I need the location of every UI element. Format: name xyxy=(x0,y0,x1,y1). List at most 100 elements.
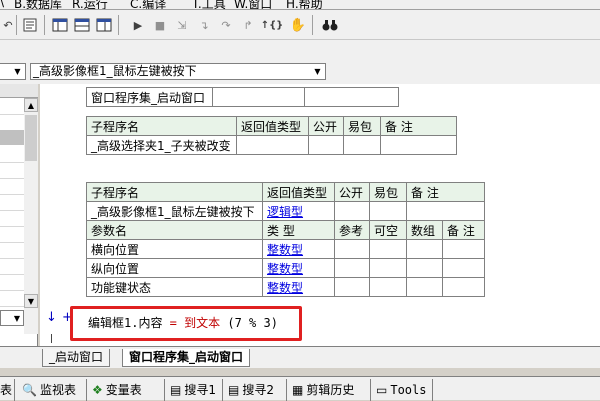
find-icon[interactable] xyxy=(22,17,38,33)
step-out-icon[interactable]: ↱ xyxy=(240,17,256,33)
bottom-panel-tabs: 表 🔍 监视表 ❖ 变量表 ▤ 搜寻1 ▤ 搜寻2 ▦ 剪辑历史 ▭ Tools xyxy=(0,376,600,401)
caret-icon: | xyxy=(50,334,54,344)
assembly-cell[interactable] xyxy=(304,87,399,107)
table-cell[interactable] xyxy=(369,201,407,221)
tab-clip-history[interactable]: ▦ 剪辑历史 xyxy=(292,380,354,400)
table-cell[interactable] xyxy=(406,239,443,259)
tab-tools[interactable]: ▭ Tools xyxy=(376,380,426,400)
list-item[interactable] xyxy=(0,98,24,115)
menu-database[interactable]: B.数据库 xyxy=(14,0,62,9)
table-cell[interactable] xyxy=(334,201,370,221)
table-cell[interactable] xyxy=(442,239,485,259)
chevron-down-icon[interactable]: ▼ xyxy=(11,65,24,78)
column-header: 可空 xyxy=(369,220,407,240)
column-header: 返回值类型 xyxy=(262,182,335,202)
tab-search2[interactable]: ▤ 搜寻2 xyxy=(228,380,274,400)
step-icon[interactable]: ⇲ xyxy=(174,17,190,33)
layout1-icon[interactable] xyxy=(52,17,68,33)
hand-icon[interactable]: ✋ xyxy=(290,17,306,33)
list-item[interactable] xyxy=(0,162,24,179)
stop-icon[interactable]: ■ xyxy=(152,17,168,33)
tab-search1[interactable]: ▤ 搜寻1 xyxy=(170,380,216,400)
undo-icon[interactable]: ↶ xyxy=(0,17,16,33)
column-header: 备 注 xyxy=(380,116,457,136)
scroll-down-icon[interactable]: ▼ xyxy=(24,294,38,308)
highlight-box xyxy=(70,306,302,341)
tab-divider xyxy=(222,379,223,401)
toolbar-separator xyxy=(44,15,45,35)
tab-label: 搜寻2 xyxy=(242,383,274,397)
param-type-cell[interactable]: 整数型 xyxy=(262,239,335,259)
param-type-cell[interactable]: 整数型 xyxy=(262,277,335,297)
param-name-cell[interactable]: 横向位置 xyxy=(86,239,263,259)
table-cell[interactable] xyxy=(343,135,381,155)
list-item[interactable] xyxy=(0,194,24,211)
table-cell[interactable] xyxy=(334,277,370,297)
list-item[interactable] xyxy=(0,210,24,227)
tab-startup-window[interactable]: _启动窗口 xyxy=(42,349,111,367)
tools-icon: ▭ xyxy=(376,383,388,397)
layout3-icon[interactable] xyxy=(96,17,112,33)
editor-tabbar: _启动窗口 窗口程序集_启动窗口 xyxy=(40,346,600,368)
list-item[interactable] xyxy=(0,114,24,131)
tab-divider xyxy=(432,379,433,401)
subroutine-selector[interactable]: _高级影像框1_鼠标左键被按下 ▼ xyxy=(30,63,326,80)
menu-tools[interactable]: T.工具 xyxy=(192,0,226,9)
step-into-icon[interactable]: ↴ xyxy=(196,17,212,33)
menu-run[interactable]: R.运行 xyxy=(72,0,108,9)
param-type-cell[interactable]: 整数型 xyxy=(262,258,335,278)
object-selector[interactable]: ▼ xyxy=(0,63,26,80)
scroll-up-icon[interactable]: ▲ xyxy=(24,98,38,112)
table-cell[interactable] xyxy=(334,239,370,259)
param-name-cell[interactable]: 纵向位置 xyxy=(86,258,263,278)
return-type-cell[interactable]: 逻辑型 xyxy=(262,201,335,221)
list-item[interactable] xyxy=(0,290,24,307)
assembly-cell[interactable] xyxy=(212,87,305,107)
table-cell[interactable] xyxy=(369,239,407,259)
subroutine-table-1: 子程序名 返回值类型 公开 易包 备 注 _高级选择夹1_子夹被改变 xyxy=(86,116,457,155)
table-cell[interactable] xyxy=(369,277,407,297)
menu-window[interactable]: W.窗口 xyxy=(234,0,272,9)
param-name-cell[interactable]: 功能键状态 xyxy=(86,277,263,297)
left-panel-header xyxy=(0,84,38,98)
left-panel-scrollbar[interactable]: ▲ ▼ xyxy=(24,98,38,334)
table-cell[interactable] xyxy=(406,277,443,297)
subroutine-name-cell[interactable]: _高级影像框1_鼠标左键被按下 xyxy=(86,201,263,221)
assembly-name-cell[interactable]: 窗口程序集_启动窗口 xyxy=(86,87,213,107)
list-item[interactable] xyxy=(0,178,24,195)
list-item[interactable] xyxy=(0,274,24,291)
tab-window-assembly[interactable]: 窗口程序集_启动窗口 xyxy=(122,349,251,367)
tab-table[interactable]: 表 xyxy=(0,380,12,400)
table-cell[interactable] xyxy=(442,277,485,297)
menu-help[interactable]: H.帮助 xyxy=(286,0,323,9)
list-item[interactable] xyxy=(0,146,24,163)
list-item[interactable] xyxy=(0,258,24,275)
chevron-down-icon[interactable]: ▼ xyxy=(11,311,23,325)
list-item[interactable] xyxy=(0,242,24,259)
table-cell[interactable] xyxy=(406,201,485,221)
run-icon[interactable]: ▶ xyxy=(130,17,146,33)
list-item[interactable] xyxy=(0,226,24,243)
table-cell[interactable] xyxy=(442,258,485,278)
column-header: 返回值类型 xyxy=(236,116,309,136)
list-item-selected[interactable] xyxy=(0,130,24,145)
menu-compile[interactable]: C.编译 xyxy=(130,0,166,9)
table-cell[interactable] xyxy=(380,135,457,155)
menu-item-partial[interactable]: \ xyxy=(0,0,4,9)
left-panel-dropdown[interactable]: ▼ xyxy=(0,310,24,326)
table-cell[interactable] xyxy=(334,258,370,278)
table-cell[interactable] xyxy=(369,258,407,278)
variables-icon: ❖ xyxy=(92,383,103,397)
layout2-icon[interactable] xyxy=(74,17,90,33)
table-cell[interactable] xyxy=(406,258,443,278)
step-over-icon[interactable]: ↷ xyxy=(218,17,234,33)
tab-variables[interactable]: ❖ 变量表 xyxy=(92,380,142,400)
binoculars-icon[interactable] xyxy=(322,17,338,33)
table-cell[interactable] xyxy=(308,135,344,155)
chevron-down-icon[interactable]: ▼ xyxy=(311,65,324,78)
scroll-thumb[interactable] xyxy=(25,115,37,161)
table-cell[interactable] xyxy=(236,135,309,155)
tab-watch[interactable]: 🔍 监视表 xyxy=(22,380,76,400)
breakpoint-icon[interactable]: ↑{} xyxy=(261,17,284,33)
subroutine-name-cell[interactable]: _高级选择夹1_子夹被改变 xyxy=(86,135,237,155)
